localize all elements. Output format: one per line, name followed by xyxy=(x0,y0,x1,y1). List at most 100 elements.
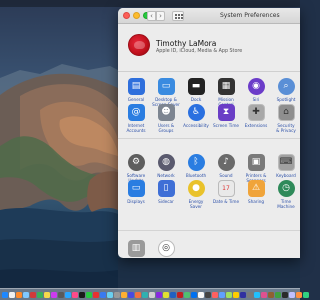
minimize-button[interactable] xyxy=(133,12,140,19)
dock-app-icon[interactable] xyxy=(212,291,218,298)
account-subtitle: Apple ID, iCloud, Media & App Store xyxy=(156,49,243,54)
dock-app-icon[interactable] xyxy=(268,291,274,298)
pane-label: Sidecar xyxy=(158,199,174,204)
pane-desktop[interactable]: ▭Desktop &Screen Saver xyxy=(149,78,183,107)
pane-timemachine[interactable]: ◷ Time Machine xyxy=(269,180,300,209)
pane-fetchupdater[interactable]: ◎Fetch Updater xyxy=(149,240,183,258)
puzzle-icon: ✚ xyxy=(247,104,265,121)
dock-app-icon[interactable] xyxy=(191,291,197,298)
back-button[interactable]: ‹ xyxy=(147,11,156,21)
dock-app-icon[interactable] xyxy=(121,291,127,298)
bulb-icon: ● xyxy=(187,180,205,197)
dock-app-icon[interactable] xyxy=(170,291,176,298)
dock-app-icon[interactable] xyxy=(296,291,302,298)
dock-app-icon[interactable] xyxy=(177,291,183,298)
dock-app-icon[interactable] xyxy=(219,291,225,298)
pane-spotlight[interactable]: ⌕ Spotlight xyxy=(269,78,300,102)
dock-app-icon[interactable] xyxy=(51,291,57,298)
pane-general[interactable]: ▤ General xyxy=(119,78,153,102)
pane-mission[interactable]: ▦MissionControl xyxy=(209,78,243,107)
pane-bluetooth[interactable]: ᛒ Bluetooth xyxy=(179,154,213,178)
pane-internet[interactable]: @ Internet Accounts xyxy=(119,104,153,133)
dock-app-icon[interactable] xyxy=(79,291,85,298)
dock-app-icon[interactable] xyxy=(9,291,15,298)
pane-displays[interactable]: ▭ Displays xyxy=(119,180,153,204)
dock-app-icon[interactable] xyxy=(282,291,288,298)
pane-security[interactable]: ⌂ Security & Privacy xyxy=(269,104,300,133)
pane-sharing[interactable]: ⚠ Sharing xyxy=(239,180,273,204)
dock-app-icon[interactable] xyxy=(289,291,295,298)
dock-app-icon[interactable] xyxy=(184,291,190,298)
avatar[interactable] xyxy=(128,34,150,56)
pane-apfsboot[interactable]: ▥APFS Boot xyxy=(119,240,153,258)
pane-label: General xyxy=(127,97,145,102)
dock-app-icon[interactable] xyxy=(142,291,148,298)
dock-app-icon[interactable] xyxy=(261,291,267,298)
pane-label: Groups xyxy=(158,128,174,134)
keyboard-icon: ⌨ xyxy=(277,154,295,171)
forward-button[interactable]: › xyxy=(156,11,165,21)
pane-label: & Privacy xyxy=(276,128,296,134)
pane-screentime[interactable]: ⧗ Screen Time xyxy=(209,104,243,128)
dock-app-icon[interactable] xyxy=(156,291,162,298)
dock-app-icon[interactable] xyxy=(23,291,29,298)
pane-datetime[interactable]: 17 Date & Time xyxy=(209,180,243,204)
pane-label: Machine xyxy=(277,204,295,210)
window-titlebar: ‹ › System Preferences xyxy=(118,8,300,24)
show-all-grid-button[interactable] xyxy=(172,11,184,21)
pane-label: Bluetooth xyxy=(185,173,207,178)
pane-keyboard[interactable]: ⌨ Keyboard xyxy=(269,154,300,178)
at-icon: @ xyxy=(127,104,145,121)
dock-app-icon[interactable] xyxy=(72,291,78,298)
dock-app-icon[interactable] xyxy=(205,291,211,298)
hourglass-icon: ⧗ xyxy=(217,104,235,121)
general-icon: ▤ xyxy=(127,78,145,95)
dock-app-icon[interactable] xyxy=(226,291,232,298)
dock-app-icon[interactable] xyxy=(240,291,246,298)
dock-app-icon[interactable] xyxy=(135,291,141,298)
pane-sidecar[interactable]: ▯ Sidecar xyxy=(149,180,183,204)
dock-app-icon[interactable] xyxy=(100,291,106,298)
pane-softwareupdate[interactable]: ⚙SoftwareUpdate xyxy=(119,154,153,183)
dock-app-icon[interactable] xyxy=(2,291,8,298)
printer-icon: ▣ xyxy=(247,154,265,171)
dock-app-icon[interactable] xyxy=(233,291,239,298)
dock-app-icon[interactable] xyxy=(275,291,281,298)
pane-dock[interactable]: ▬ Dock xyxy=(179,78,213,102)
dock-app-icon[interactable] xyxy=(163,291,169,298)
pane-label: Saver xyxy=(189,204,202,210)
dock-app-icon[interactable] xyxy=(93,291,99,298)
pane-network[interactable]: ◍ Network xyxy=(149,154,183,178)
dock-app-icon[interactable] xyxy=(128,291,134,298)
dock-app-icon[interactable] xyxy=(114,291,120,298)
dock-app-icon[interactable] xyxy=(37,291,43,298)
gear-icon: ⚙ xyxy=(127,154,145,171)
pane-sound[interactable]: ♪ Sound xyxy=(209,154,243,178)
dock-app-icon[interactable] xyxy=(30,291,36,298)
dock-app-icon[interactable] xyxy=(86,291,92,298)
pane-extensions[interactable]: ✚ Extensions xyxy=(239,104,273,128)
pane-users[interactable]: ☻ Users & Groups xyxy=(149,104,183,133)
pane-label: Keyboard xyxy=(276,173,296,178)
dock-app-icon[interactable] xyxy=(198,291,204,298)
dock-app-icon[interactable] xyxy=(16,291,22,298)
row-separator xyxy=(118,230,300,231)
dock-app-icon[interactable] xyxy=(247,291,253,298)
apple-id-header[interactable]: Timothy LaMora Apple ID, iCloud, Media &… xyxy=(118,24,300,72)
dock-app-icon[interactable] xyxy=(58,291,64,298)
dock-app-icon[interactable] xyxy=(65,291,71,298)
dock-app-icon[interactable] xyxy=(303,291,309,298)
spotlight-icon: ⌕ xyxy=(277,78,295,95)
pane-accessibility[interactable]: ♿ Accessibility xyxy=(179,104,213,128)
dock-app-icon[interactable] xyxy=(44,291,50,298)
accessibility-icon: ♿ xyxy=(187,104,205,121)
dock-app-icon[interactable] xyxy=(254,291,260,298)
dock-app-icon[interactable] xyxy=(149,291,155,298)
pane-printers[interactable]: ▣Printers &Scanners xyxy=(239,154,273,183)
time-machine-icon: ◷ xyxy=(277,180,295,197)
close-button[interactable] xyxy=(123,12,130,19)
dock-app-icon[interactable] xyxy=(107,291,113,298)
pane-siri[interactable]: ◉ Siri xyxy=(239,78,273,102)
pane-label: Siri xyxy=(252,97,260,102)
pane-energy[interactable]: ● Energy Saver xyxy=(179,180,213,209)
